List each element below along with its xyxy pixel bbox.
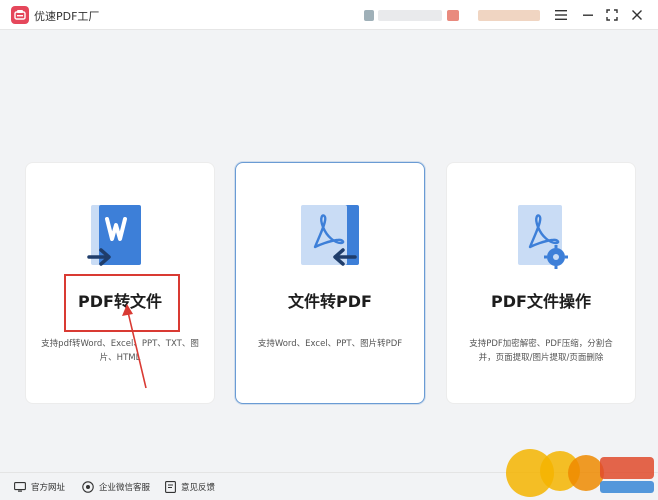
minimize-button[interactable] [579,6,597,24]
monitor-icon [14,482,26,492]
card-pdf-operations[interactable]: PDF文件操作 支持PDF加密解密、PDF压缩，分割合并，页面提取/图片提取/页… [446,162,636,404]
account-name-blurred [378,10,442,21]
headset-icon [82,481,94,493]
footer-website-label: 官方网址 [31,483,66,493]
footer-feedback-label: 意见反馈 [181,483,216,493]
wechat-support-link[interactable]: 企业微信客服 [82,481,150,493]
minimize-icon [583,14,593,16]
maximize-icon [606,9,618,21]
app-title: 优速PDF工厂 [34,10,100,23]
site-watermark-logo [506,449,654,497]
feedback-icon [165,481,176,493]
card-title: PDF转文件 [78,292,162,311]
pdf-to-word-icon [87,203,153,275]
feedback-link[interactable]: 意见反馈 [165,481,215,493]
vip-badge[interactable] [447,10,459,21]
account-avatar[interactable] [364,10,374,21]
footer-support-label: 企业微信客服 [99,483,151,493]
official-website-link[interactable]: 官方网址 [14,481,65,493]
hamburger-icon [555,10,567,20]
card-pdf-to-file[interactable]: PDF转文件 支持pdf转Word、Excel、PPT、TXT、图片、HTML [25,162,215,404]
card-description: 支持PDF加密解密、PDF压缩，分割合并，页面提取/图片提取/页面删除 [469,339,613,363]
card-title: PDF文件操作 [491,292,591,311]
file-to-pdf-icon [297,203,363,275]
card-file-to-pdf[interactable]: 文件转PDF 支持Word、Excel、PPT、图片转PDF [235,162,425,404]
maximize-button[interactable] [603,6,621,24]
close-button[interactable] [628,6,646,24]
card-description: 支持Word、Excel、PPT、图片转PDF [257,339,403,349]
user-info-blurred[interactable] [478,10,540,21]
close-icon [632,10,642,20]
pdf-settings-icon [508,203,574,275]
title-bar: 优速PDF工厂 [0,0,658,30]
card-title: 文件转PDF [288,292,372,311]
menu-button[interactable] [552,6,570,24]
card-description: 支持pdf转Word、Excel、PPT、TXT、图片、HTML [41,339,199,363]
app-logo-icon [11,6,29,24]
